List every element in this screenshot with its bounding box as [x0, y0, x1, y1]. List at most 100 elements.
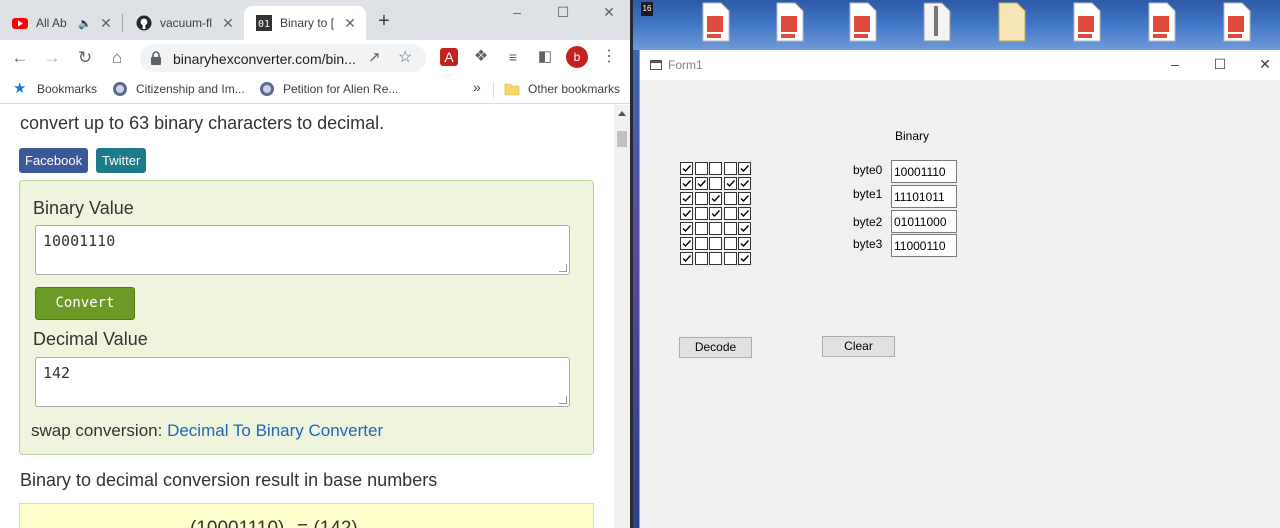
forward-icon[interactable]: →	[40, 46, 64, 70]
close-tab-icon[interactable]: ✕	[342, 15, 358, 32]
profile-avatar[interactable]: b	[566, 46, 588, 68]
pdf-file-icon[interactable]	[846, 2, 878, 42]
checkbox-checked[interactable]	[680, 207, 693, 220]
checkbox-checked[interactable]	[680, 252, 693, 265]
extensions-puzzle-icon[interactable]: ❖	[472, 48, 490, 66]
checkbox-checked[interactable]	[738, 162, 751, 175]
checkbox-unchecked[interactable]	[709, 252, 722, 265]
checkbox-unchecked[interactable]	[694, 207, 708, 220]
tab-binary-to-decimal[interactable]: 01 Binary to [ ✕	[244, 6, 366, 40]
tab-youtube[interactable]: All Ab 🔈 ✕	[0, 6, 122, 40]
pdf-file-icon[interactable]	[1070, 2, 1102, 42]
close-tab-icon[interactable]: ✕	[98, 15, 114, 32]
binary-value-input[interactable]: 10001110	[35, 225, 570, 275]
checkbox-unchecked[interactable]	[694, 252, 708, 265]
decimal-to-binary-link[interactable]: Decimal To Binary Converter	[167, 421, 383, 440]
scroll-thumb[interactable]	[617, 131, 627, 147]
bookmark-petition[interactable]: Petition for Alien Re...	[259, 81, 398, 97]
side-panel-icon[interactable]: ◧	[536, 48, 554, 66]
page-scrollbar[interactable]	[614, 105, 630, 528]
pdf-file-icon[interactable]	[773, 2, 805, 42]
tab-github[interactable]: vacuum-fl ✕	[124, 6, 244, 40]
checkmark-icon	[740, 240, 750, 248]
bookmark-citizenship[interactable]: Citizenship and Im...	[112, 81, 245, 97]
bookmark-star-icon[interactable]: ☆	[398, 47, 412, 67]
checkbox-checked[interactable]	[738, 207, 751, 220]
form-maximize-button[interactable]: ☐	[1197, 54, 1243, 76]
checkbox-checked[interactable]	[738, 237, 751, 250]
checkbox-unchecked[interactable]	[723, 162, 737, 175]
checkbox-unchecked[interactable]	[723, 207, 737, 220]
lock-icon[interactable]	[148, 50, 164, 66]
media-queue-icon[interactable]: ≡	[504, 48, 522, 66]
other-bookmarks[interactable]: Other bookmarks	[504, 81, 620, 97]
twitter-button[interactable]: Twitter	[96, 148, 147, 173]
zip-file-icon[interactable]	[920, 2, 952, 42]
checkbox-checked[interactable]	[680, 177, 693, 190]
address-bar[interactable]: binaryhexconverter.com/bin... ↗ ☆	[140, 44, 426, 72]
tab-strip: All Ab 🔈 ✕ vacuum-fl ✕ 01 Binary to [ ✕ …	[0, 0, 632, 40]
checkbox-checked[interactable]	[680, 222, 693, 235]
checkbox-unchecked[interactable]	[723, 237, 737, 250]
checkbox-checked[interactable]	[694, 177, 708, 190]
resize-handle[interactable]	[559, 396, 567, 404]
folder-file-icon[interactable]	[995, 2, 1027, 42]
byte0-textbox[interactable]: 10001110	[891, 160, 957, 183]
minimize-button[interactable]: –	[494, 2, 540, 24]
menu-kebab-icon[interactable]: ⋮	[600, 48, 618, 66]
close-tab-icon[interactable]: ✕	[220, 15, 236, 32]
resize-handle[interactable]	[559, 264, 567, 272]
checkbox-checked[interactable]	[680, 192, 693, 205]
byte3-textbox[interactable]: 11000110	[891, 234, 957, 257]
byte2-textbox[interactable]: 01011000	[891, 210, 957, 233]
checkbox-unchecked[interactable]	[694, 237, 708, 250]
decimal-value-output[interactable]: 142	[35, 357, 570, 407]
byte1-textbox[interactable]: 11101011	[891, 185, 957, 208]
reload-icon[interactable]: ↻	[73, 46, 97, 70]
url-text[interactable]: binaryhexconverter.com/bin...	[173, 51, 363, 67]
checkbox-unchecked[interactable]	[723, 192, 737, 205]
form-close-button[interactable]: ✕	[1242, 54, 1280, 76]
checkbox-checked[interactable]	[709, 192, 722, 205]
checkbox-unchecked[interactable]	[709, 177, 722, 190]
scroll-up-icon[interactable]	[618, 111, 626, 116]
clear-button[interactable]: Clear	[822, 336, 895, 357]
checkbox-unchecked[interactable]	[709, 222, 722, 235]
checkbox-checked[interactable]	[738, 177, 751, 190]
decode-button[interactable]: Decode	[679, 337, 752, 358]
checkbox-checked[interactable]	[723, 177, 737, 190]
share-icon[interactable]: ↗	[368, 48, 381, 66]
speaker-icon[interactable]: 🔈	[78, 17, 92, 30]
form1-titlebar[interactable]: Form1 – ☐ ✕	[640, 50, 1280, 80]
checkbox-checked[interactable]	[680, 237, 693, 250]
checkbox-unchecked[interactable]	[694, 222, 708, 235]
checkbox-unchecked[interactable]	[694, 162, 708, 175]
checkbox-unchecked[interactable]	[709, 237, 722, 250]
pdf-file-icon[interactable]	[699, 2, 731, 42]
new-tab-button[interactable]: +	[372, 10, 396, 34]
checkbox-checked[interactable]	[709, 207, 722, 220]
checkbox-unchecked[interactable]	[709, 162, 722, 175]
checkbox-checked[interactable]	[680, 162, 693, 175]
back-icon[interactable]: ←	[8, 46, 32, 70]
checkbox-checked[interactable]	[738, 252, 751, 265]
decimal-value-text: 142	[43, 364, 71, 382]
checkbox-unchecked[interactable]	[723, 252, 737, 265]
bookmark-bookmarks[interactable]: ★ Bookmarks	[13, 81, 97, 97]
form-minimize-button[interactable]: –	[1152, 54, 1198, 76]
checkmark-icon	[682, 165, 692, 173]
pdf-file-icon[interactable]	[1220, 2, 1252, 42]
checkbox-checked[interactable]	[738, 222, 751, 235]
bookmarks-overflow-icon[interactable]: »	[473, 79, 481, 95]
checkbox-unchecked[interactable]	[723, 222, 737, 235]
pdf-file-icon[interactable]	[1145, 2, 1177, 42]
checkbox-checked[interactable]	[738, 192, 751, 205]
facebook-button[interactable]: Facebook	[19, 148, 89, 173]
pdf-extension-icon[interactable]: A	[440, 48, 458, 66]
checkbox-unchecked[interactable]	[694, 192, 708, 205]
convert-button[interactable]: Convert	[35, 287, 135, 320]
home-icon[interactable]: ⌂	[105, 46, 129, 70]
maximize-button[interactable]: ☐	[540, 2, 586, 24]
close-window-button[interactable]: ✕	[586, 2, 632, 24]
seal-icon	[260, 82, 274, 96]
